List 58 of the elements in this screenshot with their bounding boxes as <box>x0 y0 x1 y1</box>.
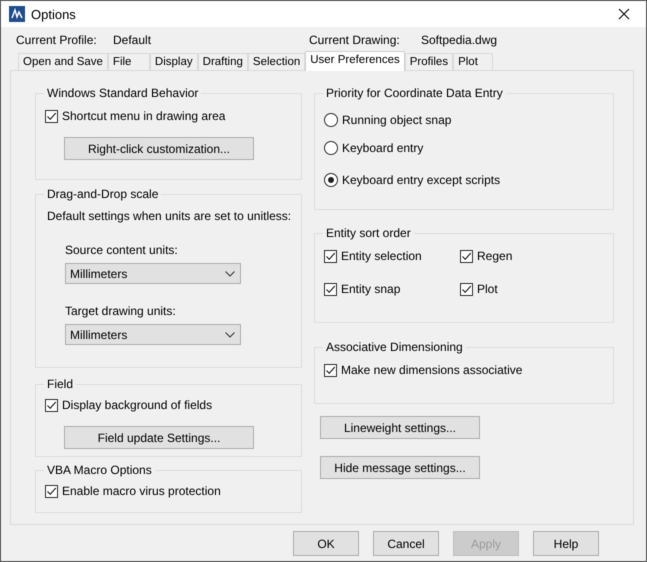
description-text: Default settings when units are set to unitless: <box>47 209 292 223</box>
tab[interactable]: Drafting <box>198 53 248 70</box>
radio-label: Running object snap <box>342 113 452 127</box>
drawing-value: Softpedia.dwg <box>421 32 498 46</box>
profile-label: Current Profile: <box>16 32 98 46</box>
checkbox-label: Enable macro virus protection <box>62 484 221 498</box>
window-title: Options <box>31 6 77 22</box>
checkbox[interactable] <box>45 398 58 412</box>
units-dropdown[interactable]: Millimeters <box>65 324 241 345</box>
checkbox[interactable] <box>324 364 337 376</box>
group-title: VBA Macro Options <box>46 463 153 477</box>
close-icon[interactable] <box>618 8 630 20</box>
app-icon <box>9 6 25 22</box>
tab[interactable]: User Preferences <box>305 51 405 71</box>
tab[interactable]: Display <box>150 53 198 70</box>
checkbox[interactable] <box>460 250 473 262</box>
checkbox-label: Plot <box>477 282 498 296</box>
checkbox-label: Display background of fields <box>62 398 212 412</box>
radio-button[interactable] <box>324 113 338 127</box>
field-label: Source content units: <box>65 243 179 257</box>
tab[interactable]: Selection <box>248 53 306 70</box>
group-title: Priority for Coordinate Data Entry <box>325 86 504 100</box>
tab[interactable]: Open and Save <box>18 53 108 70</box>
settings-button[interactable]: Right-click customization... <box>64 137 254 160</box>
radio-label: Keyboard entry except scripts <box>342 173 500 187</box>
tab[interactable]: Profiles <box>404 53 454 70</box>
tab[interactable]: Plot <box>453 53 494 70</box>
settings-button[interactable]: Field update Settings... <box>64 426 254 449</box>
checkbox[interactable] <box>45 484 58 498</box>
radio-button[interactable] <box>324 173 338 187</box>
checkbox-label: Regen <box>477 249 512 263</box>
group-title: Entity sort order <box>325 226 412 240</box>
chevron-icon <box>225 332 235 338</box>
radio-label: Keyboard entry <box>342 141 424 155</box>
chevron-icon <box>225 270 235 276</box>
dialog-button[interactable]: Help <box>533 531 599 556</box>
group-title: Field <box>46 377 74 391</box>
group-title: Drag-and-Drop scale <box>46 187 160 201</box>
tab[interactable]: File <box>108 53 150 70</box>
profile-value: Default <box>113 32 152 46</box>
checkbox-label: Make new dimensions associative <box>341 363 522 377</box>
settings-button[interactable]: Hide message settings... <box>320 456 480 479</box>
units-dropdown[interactable]: Millimeters <box>65 263 241 284</box>
checkbox-label: Entity selection <box>341 249 422 263</box>
checkbox[interactable] <box>45 110 58 122</box>
drawing-label: Current Drawing: <box>309 32 401 46</box>
checkbox[interactable] <box>324 282 337 296</box>
dialog-button[interactable]: OK <box>293 531 359 556</box>
field-label: Target drawing units: <box>65 304 177 318</box>
radio-button[interactable] <box>324 141 338 155</box>
dialog-button[interactable]: Cancel <box>373 531 439 556</box>
group-title: Windows Standard Behavior <box>46 86 200 100</box>
checkbox-label: Shortcut menu in drawing area <box>62 109 226 123</box>
checkbox[interactable] <box>460 282 473 296</box>
group-title: Associative Dimensioning <box>325 340 464 354</box>
checkbox[interactable] <box>324 250 337 262</box>
settings-button[interactable]: Lineweight settings... <box>320 416 480 439</box>
checkbox-label: Entity snap <box>341 282 400 296</box>
